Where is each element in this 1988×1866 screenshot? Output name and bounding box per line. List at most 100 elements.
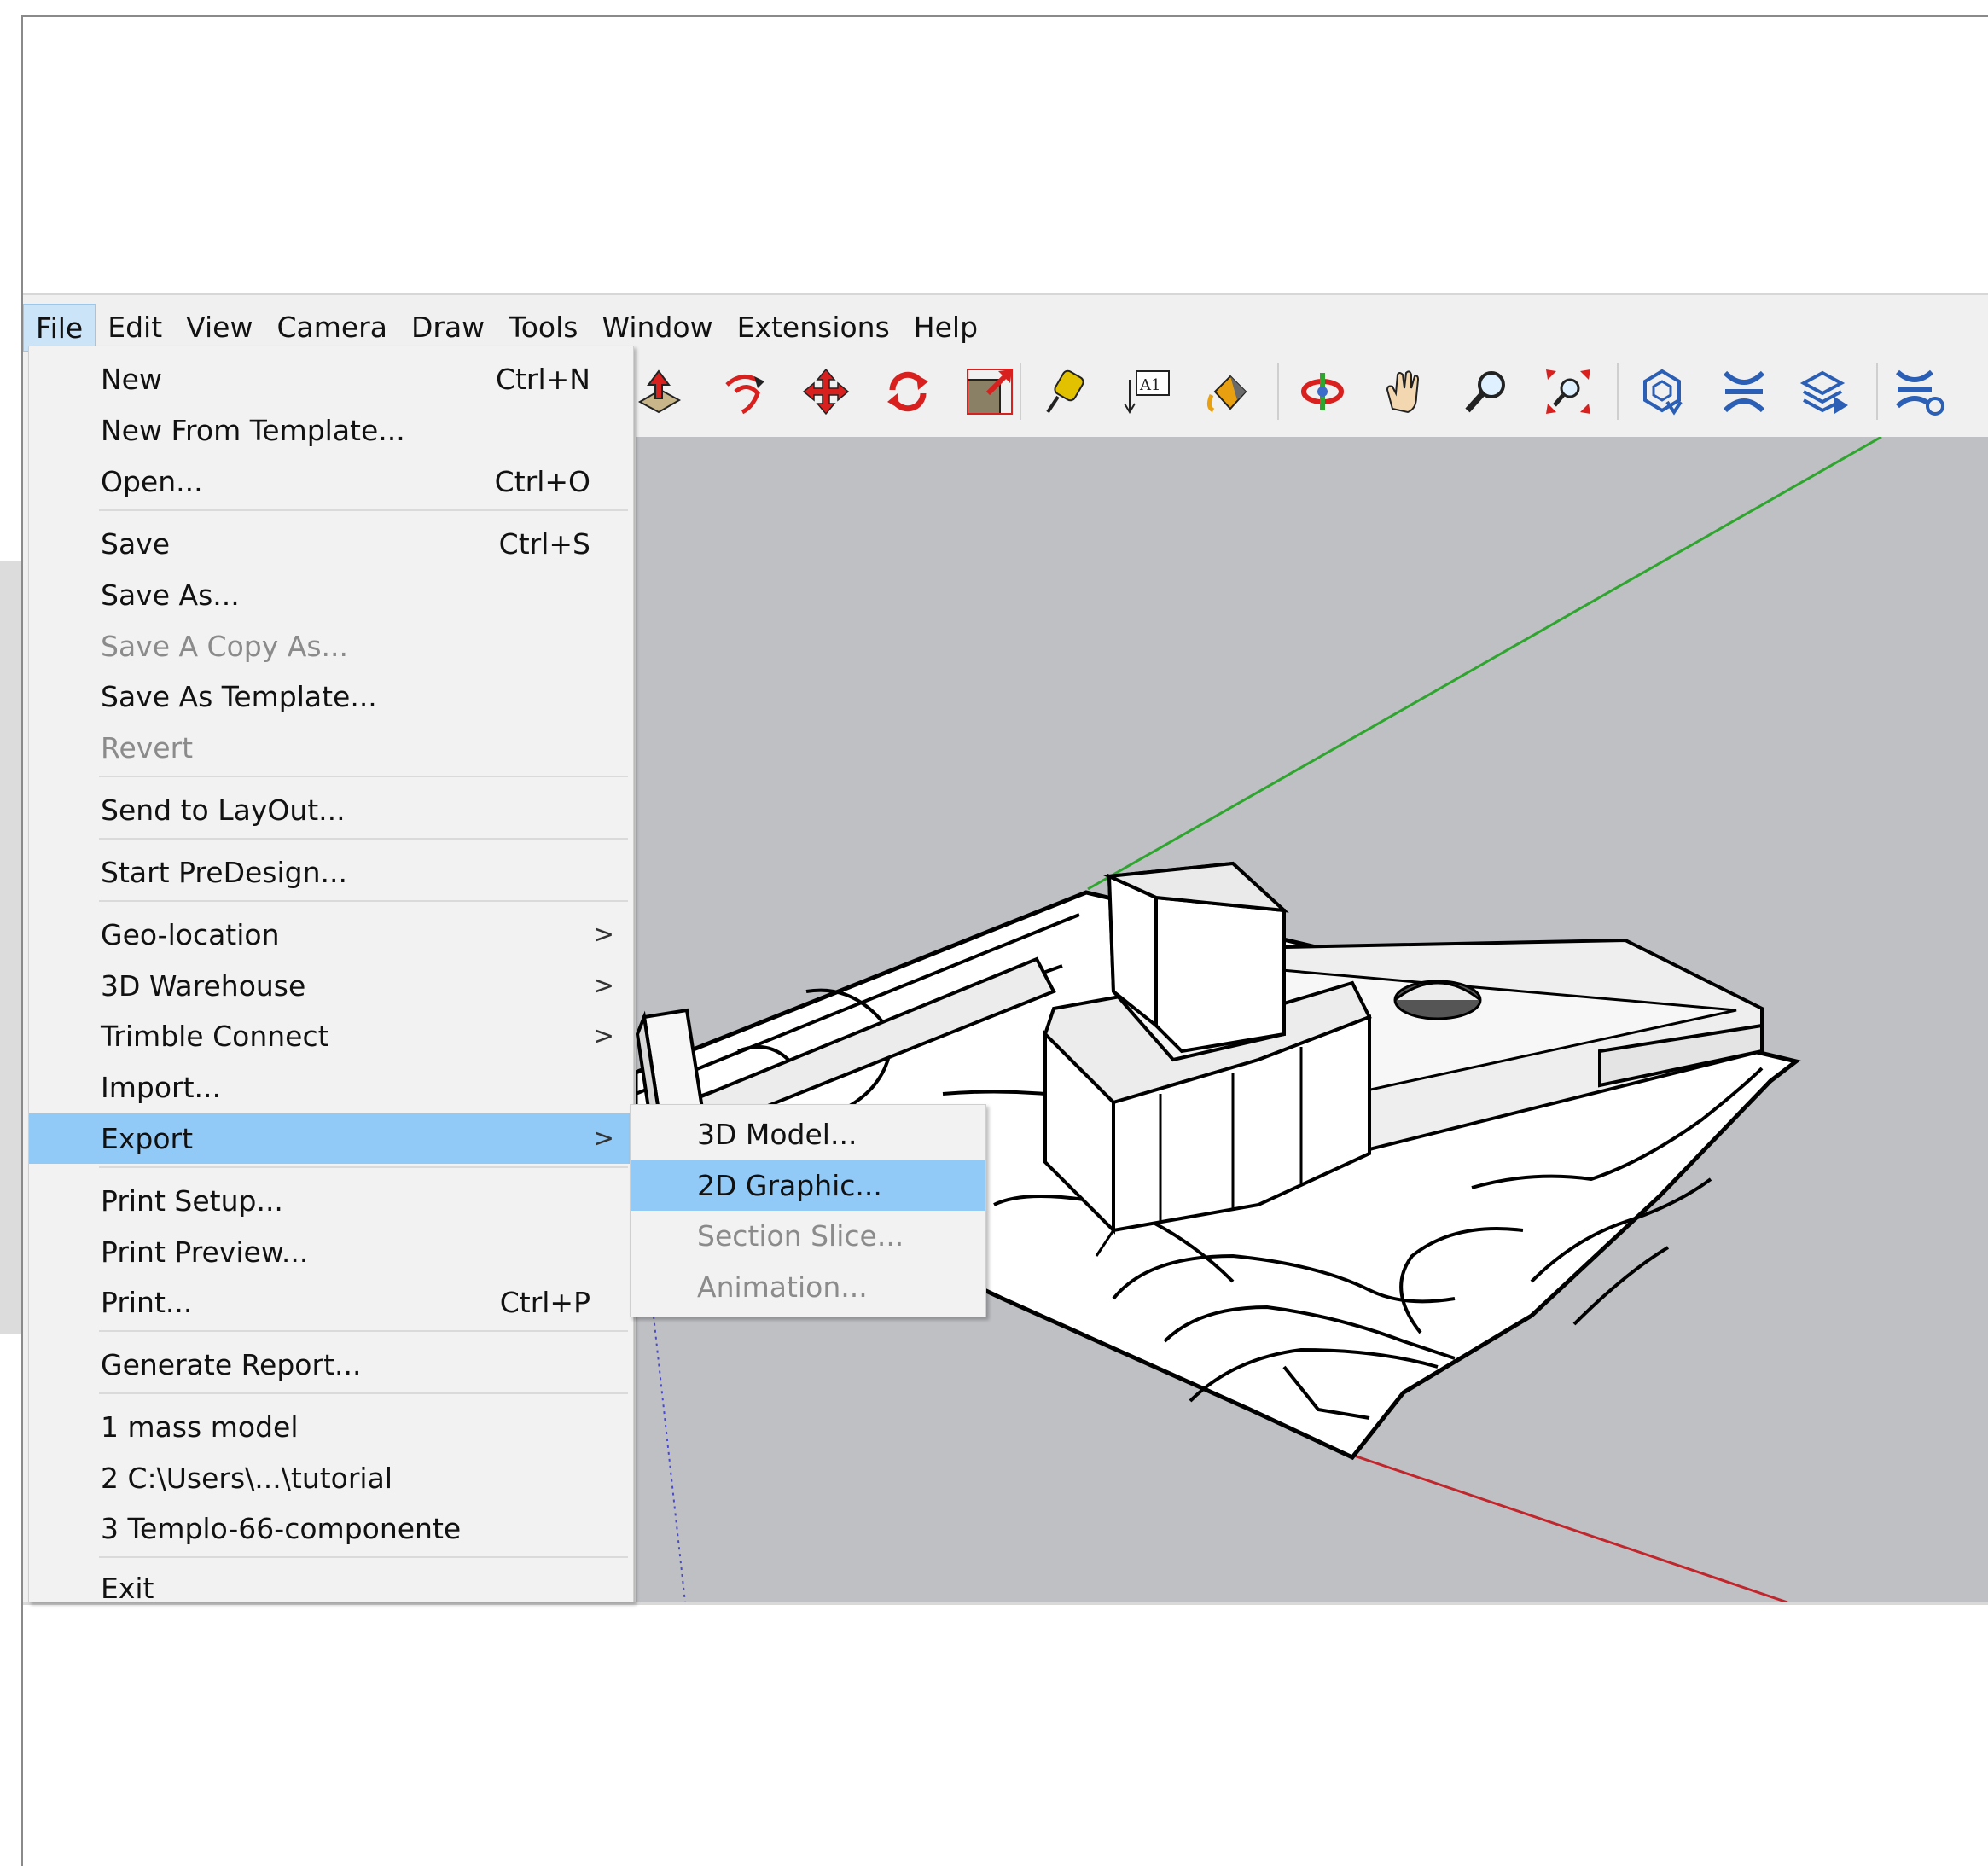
menu-file[interactable]: File xyxy=(23,304,96,352)
move-icon[interactable] xyxy=(798,365,854,418)
menu-save-as[interactable]: Save As... xyxy=(29,570,633,620)
menu-print-preview-label: Print Preview... xyxy=(101,1235,309,1269)
menu-new-label: New xyxy=(101,363,162,396)
menu-generate-report-label: Generate Report... xyxy=(101,1348,362,1381)
menu-print-setup[interactable]: Print Setup... xyxy=(29,1176,633,1226)
extension-warehouse-icon[interactable] xyxy=(1716,365,1772,418)
menu-trimble-connect-label: Trimble Connect xyxy=(101,1020,329,1053)
menu-export[interactable]: Export > xyxy=(29,1113,633,1164)
share-component-icon[interactable] xyxy=(1798,365,1854,418)
toolbar-separator xyxy=(1876,363,1878,420)
menu-recent-file-3[interactable]: 3 Templo-66-componente xyxy=(29,1503,633,1554)
menu-camera[interactable]: Camera xyxy=(264,304,399,352)
menu-print-label: Print... xyxy=(101,1286,193,1319)
menu-import-label: Import... xyxy=(101,1071,221,1104)
menu-revert-label: Revert xyxy=(101,731,194,764)
menu-recent-file-1[interactable]: 1 mass model xyxy=(29,1402,633,1452)
menu-trimble-connect[interactable]: Trimble Connect > xyxy=(29,1011,633,1061)
menu-tools[interactable]: Tools xyxy=(497,304,590,352)
file-menu-dropdown: New Ctrl+N New From Template... Open... … xyxy=(28,346,634,1605)
export-animation[interactable]: Animation... xyxy=(631,1262,985,1312)
menu-3d-warehouse-label: 3D Warehouse xyxy=(101,969,306,1003)
drawing-viewport[interactable] xyxy=(636,437,1988,1602)
tape-measure-icon[interactable] xyxy=(1037,365,1093,418)
menu-draw[interactable]: Draw xyxy=(399,304,497,352)
menu-window[interactable]: Window xyxy=(590,304,724,352)
export-2d-graphic[interactable]: 2D Graphic... xyxy=(631,1160,985,1211)
chevron-right-icon: > xyxy=(592,971,614,1001)
menu-open-shortcut: Ctrl+O xyxy=(494,465,590,498)
export-animation-label: Animation... xyxy=(697,1270,868,1304)
export-section-slice[interactable]: Section Slice... xyxy=(631,1211,985,1261)
menu-send-to-layout[interactable]: Send to LayOut... xyxy=(29,785,633,835)
push-pull-icon[interactable] xyxy=(631,365,687,418)
menu-generate-report[interactable]: Generate Report... xyxy=(29,1340,633,1390)
menu-separator xyxy=(99,1556,628,1558)
menu-export-label: Export xyxy=(101,1122,194,1155)
menu-exit[interactable]: Exit xyxy=(29,1561,633,1605)
menu-edit[interactable]: Edit xyxy=(96,304,174,352)
export-3d-model[interactable]: 3D Model... xyxy=(631,1109,985,1160)
menu-exit-label: Exit xyxy=(101,1572,154,1605)
background-window-edge xyxy=(0,561,21,1334)
zoom-extents-icon[interactable] xyxy=(1540,365,1596,418)
menu-save[interactable]: Save Ctrl+S xyxy=(29,519,633,569)
menu-separator xyxy=(99,776,628,777)
warehouse-icon[interactable] xyxy=(1634,365,1690,418)
export-section-slice-label: Section Slice... xyxy=(697,1219,904,1253)
menu-print-setup-label: Print Setup... xyxy=(101,1184,283,1218)
menu-start-predesign-label: Start PreDesign... xyxy=(101,856,347,889)
menu-save-as-template-label: Save As Template... xyxy=(101,680,377,713)
menu-open[interactable]: Open... Ctrl+O xyxy=(29,456,633,507)
menu-revert[interactable]: Revert xyxy=(29,723,633,773)
toolbar-separator xyxy=(1277,363,1279,420)
menu-open-label: Open... xyxy=(101,465,203,498)
menu-save-label: Save xyxy=(101,527,171,561)
menu-import[interactable]: Import... xyxy=(29,1062,633,1113)
export-2d-graphic-label: 2D Graphic... xyxy=(697,1169,882,1202)
rotate-icon[interactable] xyxy=(880,365,936,418)
menu-new-shortcut: Ctrl+N xyxy=(495,363,590,396)
menu-help[interactable]: Help xyxy=(902,304,990,352)
menu-new-from-template[interactable]: New From Template... xyxy=(29,405,633,456)
menu-save-as-template[interactable]: Save As Template... xyxy=(29,671,633,722)
menu-extensions[interactable]: Extensions xyxy=(725,304,902,352)
extension-manager-icon[interactable] xyxy=(1892,365,1948,418)
menu-geo-location[interactable]: Geo-location > xyxy=(29,910,633,960)
menu-new[interactable]: New Ctrl+N xyxy=(29,354,633,404)
menu-separator xyxy=(99,900,628,902)
menu-recent-file-3-label: 3 Templo-66-componente xyxy=(101,1512,462,1545)
menu-save-copy-as-label: Save A Copy As... xyxy=(101,630,348,663)
menu-separator xyxy=(99,838,628,840)
menu-send-to-layout-label: Send to LayOut... xyxy=(101,793,346,827)
green-axis xyxy=(1087,437,1882,891)
menu-recent-file-2[interactable]: 2 C:\Users\...\tutorial xyxy=(29,1453,633,1503)
orbit-icon[interactable] xyxy=(1294,365,1351,418)
red-axis xyxy=(1343,1450,1788,1602)
toolbar-separator xyxy=(1617,363,1619,420)
export-submenu: 3D Model... 2D Graphic... Section Slice.… xyxy=(630,1104,986,1317)
menu-recent-file-1-label: 1 mass model xyxy=(101,1410,299,1444)
menu-separator xyxy=(99,1166,628,1168)
menu-save-copy-as[interactable]: Save A Copy As... xyxy=(29,621,633,671)
text-icon[interactable]: A1 xyxy=(1119,365,1175,418)
pan-icon[interactable] xyxy=(1376,365,1433,418)
menu-new-from-template-label: New From Template... xyxy=(101,414,405,447)
menu-save-shortcut: Ctrl+S xyxy=(498,527,590,561)
zoom-icon[interactable] xyxy=(1458,365,1514,418)
scale-icon[interactable] xyxy=(962,365,1018,418)
menu-view[interactable]: View xyxy=(174,304,264,352)
menu-separator xyxy=(99,1392,628,1394)
paint-bucket-icon[interactable] xyxy=(1200,365,1257,418)
follow-me-icon[interactable] xyxy=(716,365,772,418)
menu-separator xyxy=(99,1330,628,1332)
menu-separator xyxy=(99,509,628,511)
menu-geo-location-label: Geo-location xyxy=(101,918,280,951)
menu-start-predesign[interactable]: Start PreDesign... xyxy=(29,847,633,898)
chevron-right-icon: > xyxy=(592,1124,614,1154)
menu-print-preview[interactable]: Print Preview... xyxy=(29,1227,633,1277)
menu-print[interactable]: Print... Ctrl+P xyxy=(29,1277,633,1328)
toolbar-separator xyxy=(1020,363,1021,420)
menu-3d-warehouse[interactable]: 3D Warehouse > xyxy=(29,961,633,1011)
export-3d-model-label: 3D Model... xyxy=(697,1118,857,1151)
